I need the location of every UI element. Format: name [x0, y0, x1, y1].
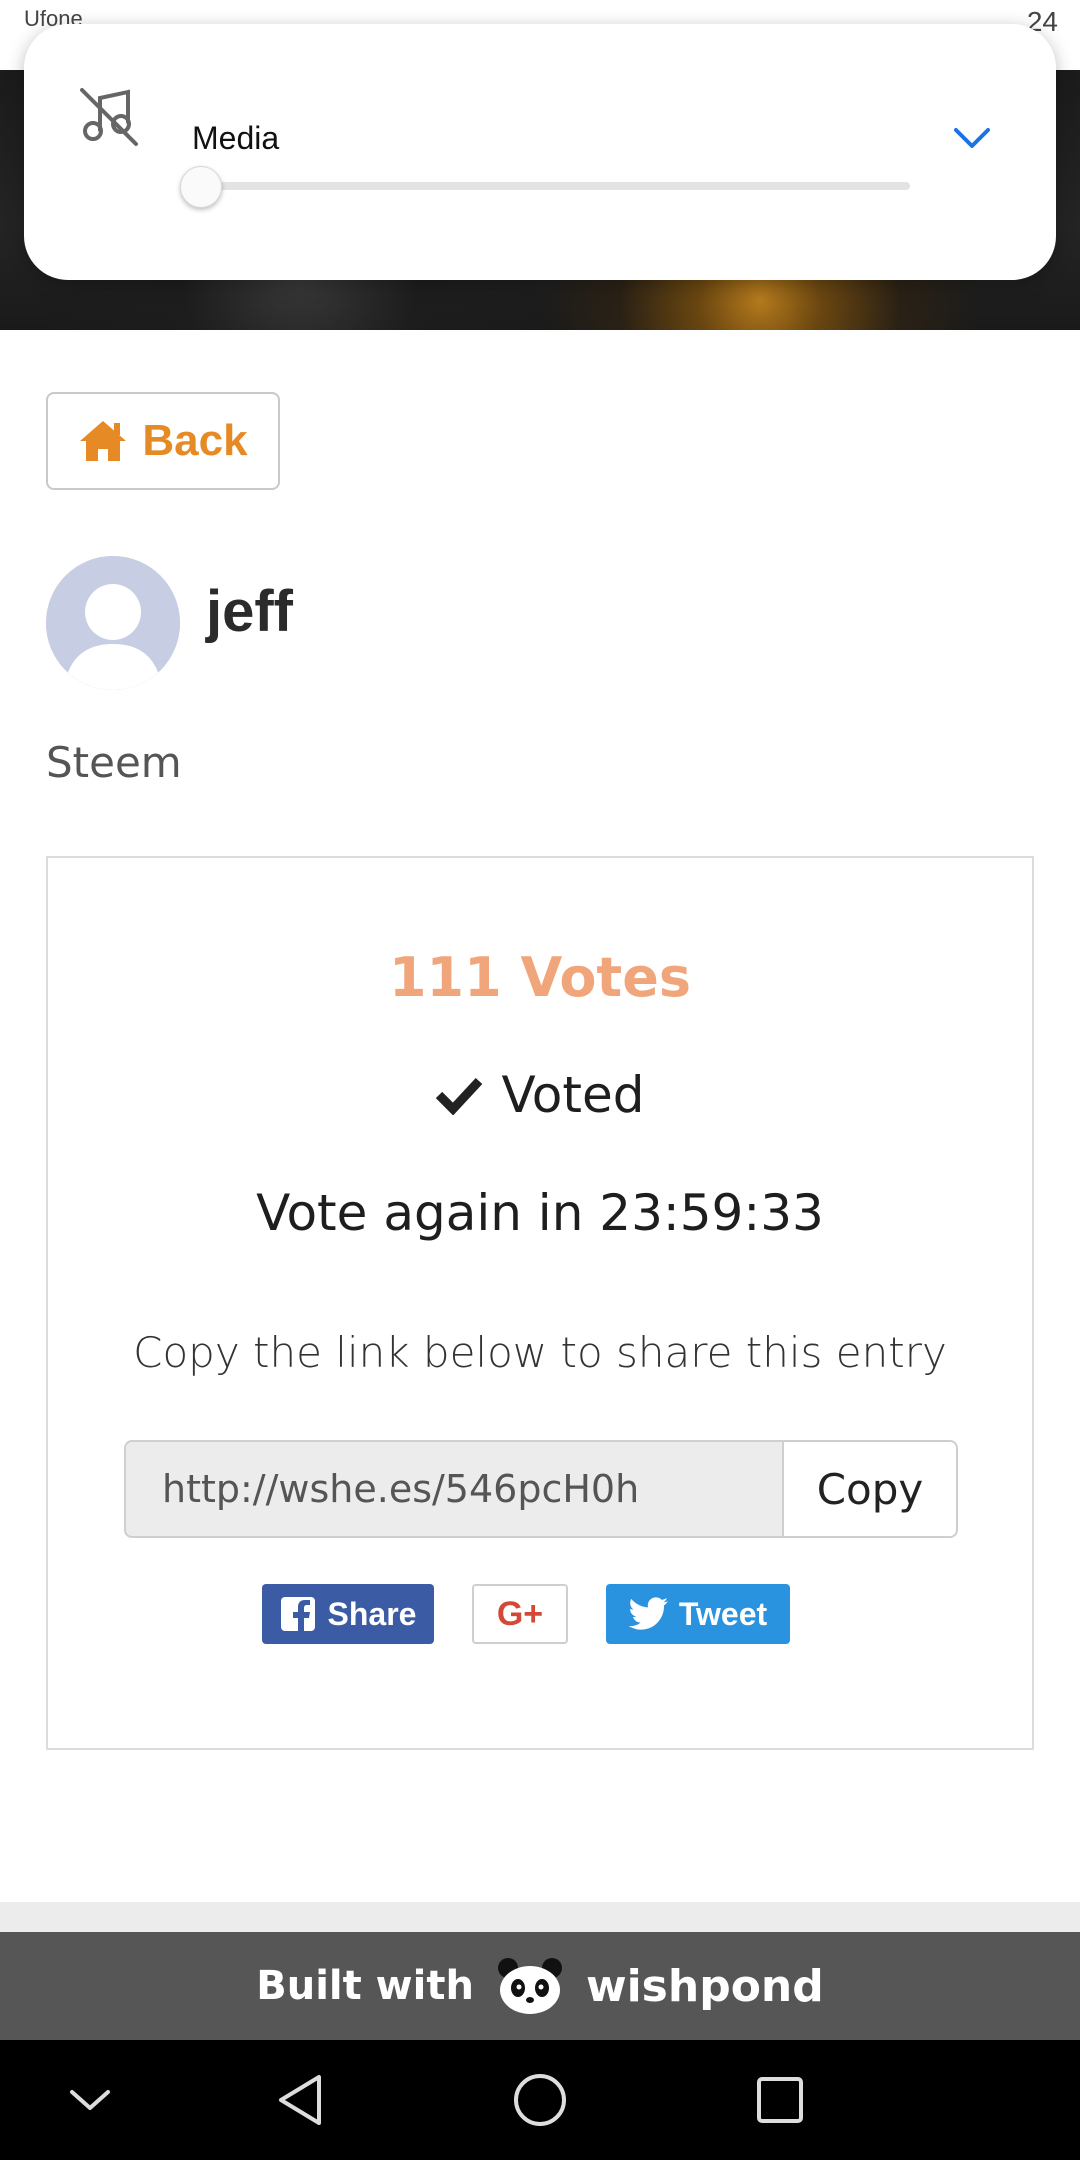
twitter-share-label: Tweet	[678, 1595, 768, 1632]
default-avatar-icon	[46, 556, 180, 690]
share-link-input[interactable]	[124, 1440, 782, 1538]
home-icon	[80, 421, 127, 461]
twitter-icon	[628, 1597, 668, 1630]
share-instruction: Copy the link below to share this entry	[133, 1328, 947, 1377]
facebook-share-button[interactable]: Share	[262, 1584, 434, 1644]
avatar	[46, 556, 180, 690]
volume-stream-label: Media	[192, 120, 280, 156]
footer-separator	[0, 1902, 1080, 1932]
voted-label: Voted	[501, 1066, 645, 1124]
navigation-bar	[0, 2040, 1080, 2160]
facebook-icon	[280, 1597, 315, 1632]
footer-built-with: Built with	[256, 1963, 474, 2009]
voted-status: Voted	[48, 1066, 1032, 1124]
music-off-icon[interactable]	[76, 84, 142, 150]
facebook-share-label: Share	[327, 1595, 417, 1632]
footer-brand: wishpond	[585, 1960, 824, 2012]
volume-slider-track[interactable]	[204, 182, 910, 190]
footer-bar[interactable]: Built with wishpond	[0, 1932, 1080, 2040]
back-button[interactable]: Back	[46, 392, 280, 490]
check-icon	[436, 1077, 483, 1115]
volume-panel: Media	[24, 24, 1056, 280]
collapse-icon[interactable]	[60, 2040, 120, 2160]
back-button-label: Back	[142, 416, 248, 465]
vote-again-timer: Vote again in 23:59:33	[256, 1184, 824, 1242]
chevron-down-icon[interactable]	[948, 114, 996, 162]
home-circle-icon[interactable]	[510, 2040, 570, 2160]
back-triangle-icon[interactable]	[270, 2040, 330, 2160]
entry-category: Steem	[46, 738, 182, 787]
recents-square-icon[interactable]	[750, 2040, 810, 2160]
volume-slider-thumb[interactable]	[180, 166, 222, 208]
vote-card: 111 Votes Voted Vote again in 23:59:33 C…	[46, 856, 1034, 1750]
copy-button[interactable]: Copy	[782, 1440, 958, 1538]
votes-count: 111 Votes	[388, 946, 692, 1009]
twitter-share-button[interactable]: Tweet	[606, 1584, 790, 1644]
username: jeff	[206, 579, 293, 644]
panda-logo-icon	[497, 1958, 562, 2014]
gplus-share-button[interactable]: G+	[472, 1584, 568, 1644]
social-share-row: Share G+ Tweet	[48, 1584, 1032, 1644]
